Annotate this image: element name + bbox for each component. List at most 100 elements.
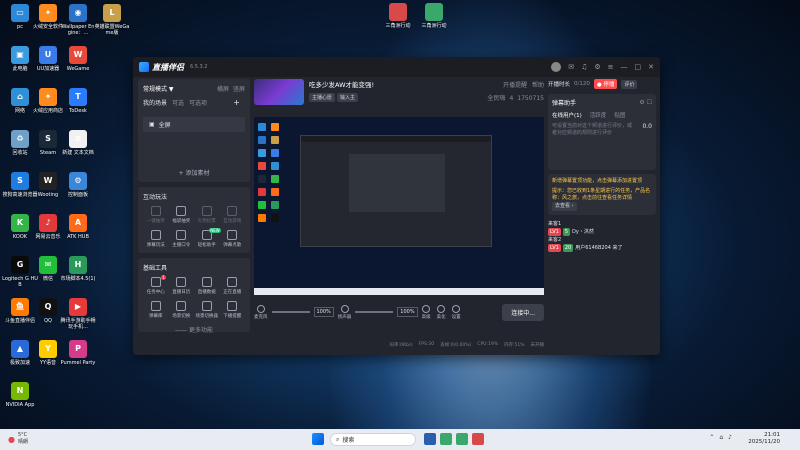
maximize-icon[interactable]: □ xyxy=(635,63,642,71)
volume-icon[interactable]: ♪ xyxy=(728,434,732,441)
message-icon[interactable]: ✉ xyxy=(568,63,574,71)
stream-chip[interactable]: 主播心愿 xyxy=(309,93,336,102)
tool-button[interactable]: NEW 轻松助手 xyxy=(194,228,221,248)
mic-volume[interactable]: 100% xyxy=(313,307,334,317)
speaker-slider[interactable] xyxy=(355,311,394,313)
desktop-icon[interactable]: P Pummel Party xyxy=(60,340,96,366)
taskbar-clock[interactable]: 21:01 2025/11/20 xyxy=(748,432,780,446)
stream-cover-thumbnail[interactable] xyxy=(254,79,304,105)
desktop-icon[interactable]: ≡ 新建 文本文档 xyxy=(60,130,96,156)
header-link[interactable]: 开播提醒 xyxy=(503,82,527,89)
danmu-user: 来客2 xyxy=(548,237,562,243)
preview-titlebar xyxy=(301,136,491,142)
desktop-icon[interactable]: W WeGame xyxy=(60,46,96,72)
tool-button[interactable]: 一键抽奖 xyxy=(143,206,169,224)
tool-label: 弹幕库 xyxy=(149,314,163,319)
assistant-tabs: 在线用户(1) 活跃度 贴图 xyxy=(552,111,652,119)
taskbar-search[interactable]: ⌕ 搜索 xyxy=(330,433,416,446)
more-features-link[interactable]: —— 更多功能 xyxy=(143,325,245,334)
tool-button[interactable]: 1 任务中心 xyxy=(143,275,169,295)
fan-badge: 20 xyxy=(562,244,574,252)
live-preview[interactable] xyxy=(254,117,544,295)
avatar[interactable] xyxy=(551,62,562,72)
mode-action[interactable]: 竖屏 xyxy=(233,86,245,93)
danmu-message[interactable]: 来客1 LV1 5 Dy・沐然 xyxy=(548,220,656,236)
event-link[interactable]: 去查看 › xyxy=(552,202,577,211)
desktop-icon[interactable]: H 市场脚本4.5(1) xyxy=(60,256,96,282)
minimize-icon[interactable]: — xyxy=(621,63,628,71)
chevron-up-icon[interactable]: ⌃ xyxy=(709,434,714,441)
tool-button[interactable]: 下播提醒 xyxy=(220,301,246,319)
assistant-tab[interactable]: 活跃度 xyxy=(590,111,607,119)
tool-button[interactable]: 福袋抽奖 xyxy=(169,206,195,224)
speaker-control[interactable]: 扬声器 xyxy=(338,304,351,320)
desktop-icon[interactable]: ◉ Wallpaper Engine：... xyxy=(60,4,96,36)
desktop-icon[interactable]: L 英雄联盟WeGame版 xyxy=(94,4,130,36)
header-link[interactable]: 帮助 xyxy=(532,82,544,89)
tool-button[interactable]: 弹幕点歌 xyxy=(220,230,246,248)
weather-widget[interactable]: ● 5°C 晴朗 xyxy=(8,432,28,446)
basic-tools-title: 基础工具 xyxy=(143,265,168,272)
close-icon[interactable]: ✕ xyxy=(648,63,654,71)
taskbar-app-icon[interactable] xyxy=(440,433,452,445)
danmu-message[interactable]: 来客2 LV1 20 用户6146B204 来了 xyxy=(548,236,656,252)
tool-icon xyxy=(150,206,161,216)
windows-start-icon[interactable] xyxy=(312,433,324,445)
stream-chip[interactable]: 输入主 xyxy=(337,93,359,102)
scene-item[interactable]: ▣ 全屏 xyxy=(143,117,245,132)
stop-button[interactable]: ● 停播 xyxy=(593,79,618,89)
tool-button[interactable]: 弹幕库 xyxy=(143,301,169,319)
desktop-icon[interactable]: 三角洲行动 xyxy=(380,3,416,29)
mic-control[interactable]: 麦克风 xyxy=(254,304,268,320)
rating-button[interactable]: 评价 xyxy=(621,79,638,89)
desktop-icon[interactable]: ▶ 腾讯手游助手畅玩手机... xyxy=(60,298,96,330)
control-button[interactable]: 设置 xyxy=(452,304,461,320)
tool-button[interactable]: 直播数据 xyxy=(194,277,220,295)
tool-icon: NEW xyxy=(201,228,221,240)
tool-button[interactable]: 正在直播 xyxy=(220,277,246,295)
tool-button[interactable]: 主播口令 xyxy=(169,230,195,248)
interact-tools: 一键抽奖 福袋抽奖 礼物投票 互动游戏弹幕玩法 主播口令 NEW 轻松助手 弹幕点歌 xyxy=(143,206,245,248)
tool-button[interactable]: 场景切换器 xyxy=(194,301,220,319)
taskbar-app-icon[interactable] xyxy=(456,433,468,445)
assistant-tab[interactable]: 在线用户(1) xyxy=(552,111,582,119)
desktop-app-icon xyxy=(389,3,407,21)
start-live-button[interactable]: 连接中... xyxy=(502,303,544,321)
taskbar-app-icon[interactable] xyxy=(424,433,436,445)
scene-tab[interactable]: 我的场景 xyxy=(143,100,167,107)
preview-icon xyxy=(258,201,266,209)
mode-dropdown[interactable]: 常规模式 ▼ xyxy=(143,84,174,93)
scene-tabs: 我的场景 可选 可选项 + xyxy=(143,98,245,107)
stream-title[interactable]: 吃多少发AW才能变强! xyxy=(309,79,374,89)
tool-button[interactable]: 直播日历 xyxy=(169,277,195,295)
tool-button[interactable]: 弹幕玩法 xyxy=(143,230,169,248)
weather-desc: 晴朗 xyxy=(17,439,28,445)
menu-icon[interactable]: ≡ xyxy=(608,63,614,71)
desktop-app-icon xyxy=(425,3,443,21)
desktop-icon[interactable]: ⚙ 控制面板 xyxy=(60,172,96,198)
assistant-tab[interactable]: 贴图 xyxy=(614,111,625,119)
mic-slider[interactable] xyxy=(271,311,310,313)
desktop-icon[interactable]: 三角洲行动 xyxy=(416,3,452,29)
speaker-volume[interactable]: 100% xyxy=(397,307,418,317)
desktop-icon[interactable]: T ToDesk xyxy=(60,88,96,114)
headset-icon[interactable]: ♫ xyxy=(581,63,587,71)
desktop-icon[interactable]: N NVIDIA App xyxy=(2,382,38,408)
taskbar-app-icon[interactable] xyxy=(472,433,484,445)
live-duration-label: 开播时长 xyxy=(548,82,571,88)
tool-icon xyxy=(176,301,187,311)
network-icon[interactable]: ⌂ xyxy=(719,434,723,441)
add-source-button[interactable]: + 添加素材 xyxy=(138,168,250,177)
gear-icon[interactable]: ⚙ xyxy=(594,63,600,71)
mode-action[interactable]: 横屏 xyxy=(217,86,229,93)
assistant-tools[interactable]: ⚙ ☐ xyxy=(639,99,652,106)
scene-tab[interactable]: 可选 xyxy=(172,100,184,107)
control-button[interactable]: 美化 xyxy=(437,304,446,320)
scene-tab[interactable]: 可选项 xyxy=(189,100,207,107)
control-button[interactable]: 高级 xyxy=(422,304,431,320)
add-scene-icon[interactable]: + xyxy=(233,98,240,107)
tool-button[interactable]: 互动游戏 xyxy=(220,206,246,224)
tool-button[interactable]: 礼物投票 xyxy=(194,206,220,224)
tool-button[interactable]: 场景切换 xyxy=(169,301,195,319)
desktop-icon[interactable]: A ATK HUB xyxy=(60,214,96,240)
